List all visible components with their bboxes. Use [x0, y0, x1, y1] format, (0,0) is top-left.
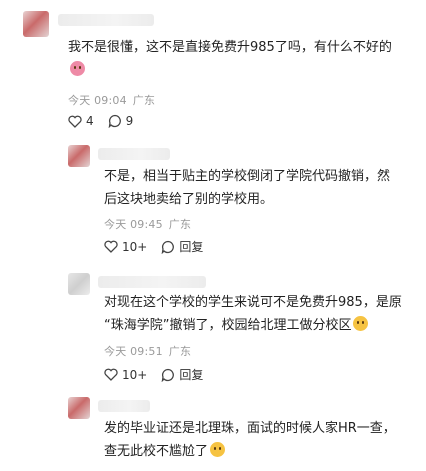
- heart-icon: [68, 115, 82, 128]
- comment-bubble-icon: [161, 240, 175, 254]
- comment-text: 发的毕业证还是北理珠，面试的时候人家HR一查， 查无此校不尴尬了: [104, 421, 396, 459]
- like-button[interactable]: 10+: [104, 368, 147, 382]
- like-button[interactable]: 4: [68, 114, 94, 128]
- comment-meta: 今天 09:51 广东: [104, 345, 192, 358]
- reply-label: 回复: [179, 240, 204, 254]
- reply-count: 9: [125, 114, 134, 128]
- reply-button[interactable]: 回复: [161, 238, 203, 255]
- comment-text: 对现在这个学校的学生来说可不是免费升985，是原 “珠海学院”撤销了，校园给北理…: [104, 295, 402, 333]
- comment-meta: 今天 09:04 广东: [68, 94, 156, 107]
- comment-bubble-icon: [161, 368, 175, 382]
- username-redacted[interactable]: [98, 148, 170, 160]
- reply-button[interactable]: 回复: [161, 366, 203, 383]
- heart-icon: [104, 240, 118, 253]
- comment-3: 对现在这个学校的学生来说可不是免费升985，是原 “珠海学院”撤销了，校园给北理…: [0, 265, 426, 390]
- comment-text: 我不是很懂，这不是直接免费升985了吗，有什么不好的: [68, 36, 420, 82]
- comment-actions: 4 9: [68, 114, 147, 128]
- comment-1: 我不是很懂，这不是直接免费升985了吗，有什么不好的 今天 09:04 广东 4 …: [0, 0, 426, 140]
- comment-2: 不是，相当于贴主的学校倒闭了学院代码撤销，然 后这块地卖给了别的学校用。 今天 …: [0, 140, 426, 265]
- heart-icon: [104, 368, 118, 381]
- like-button[interactable]: 10+: [104, 240, 147, 254]
- username-redacted[interactable]: [58, 14, 154, 26]
- smirk-emoji-icon: [353, 316, 369, 331]
- avatar[interactable]: [68, 397, 90, 419]
- comment-meta: 今天 09:45 广东: [104, 218, 192, 231]
- avatar[interactable]: [23, 11, 49, 37]
- like-count: 4: [86, 114, 94, 128]
- like-count: 10+: [122, 239, 148, 254]
- comment-actions: 10+ 回复: [104, 366, 217, 383]
- avatar[interactable]: [68, 273, 90, 295]
- smirk-emoji-icon: [210, 442, 226, 457]
- like-count: 10+: [122, 367, 148, 382]
- comment-text: 不是，相当于贴主的学校倒闭了学院代码撤销，然 后这块地卖给了别的学校用。: [104, 169, 391, 207]
- crying-face-emoji-icon: [70, 61, 85, 76]
- comment-4: 发的毕业证还是北理珠，面试的时候人家HR一查， 查无此校不尴尬了: [0, 390, 426, 471]
- username-redacted[interactable]: [98, 400, 150, 412]
- reply-button[interactable]: 9: [108, 114, 134, 128]
- comment-actions: 10+ 回复: [104, 238, 217, 255]
- avatar[interactable]: [68, 145, 90, 167]
- reply-label: 回复: [179, 368, 204, 382]
- comment-bubble-icon: [108, 114, 121, 128]
- username-redacted[interactable]: [98, 276, 206, 288]
